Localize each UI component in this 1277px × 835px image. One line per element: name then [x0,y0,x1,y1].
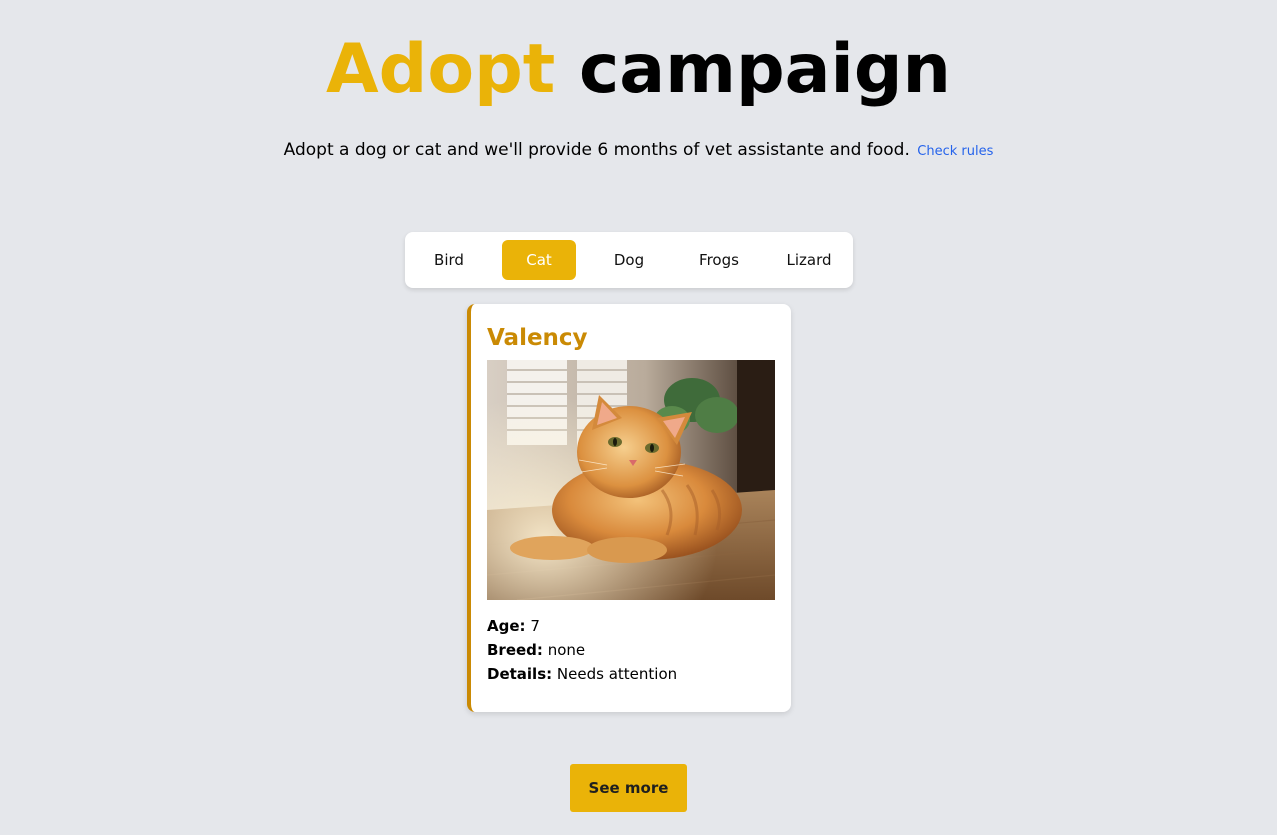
page-title: Adopt campaign [0,28,1277,112]
animal-type-tabs: Bird Cat Dog Frogs Lizard [405,232,853,288]
pet-details-label: Details: [487,665,553,683]
pet-photo [487,360,775,600]
see-more-button[interactable]: See more [570,764,687,812]
campaign-description-text: Adopt a dog or cat and we'll provide 6 m… [283,140,910,160]
pet-age: Age: 7 [487,614,775,638]
page: Adopt campaign Adopt a dog or cat and we… [0,0,1277,835]
pet-name: Valency [487,325,588,351]
campaign-description: Adopt a dog or cat and we'll provide 6 m… [0,137,1277,165]
tab-cat[interactable]: Cat [502,240,576,280]
pet-breed-label: Breed: [487,641,543,659]
pet-age-label: Age: [487,617,526,635]
tab-dog[interactable]: Dog [592,240,666,280]
tab-lizard[interactable]: Lizard [772,240,846,280]
pet-breed: Breed: none [487,638,775,662]
pet-age-value: 7 [530,617,540,635]
pet-facts: Age: 7 Breed: none Details: Needs attent… [487,614,775,686]
pet-details-value: Needs attention [556,665,678,683]
tab-bird[interactable]: Bird [412,240,486,280]
page-title-accent: Adopt [326,30,556,109]
pet-card: Valency Age: 7 Breed: none Details: Need… [467,304,791,712]
tab-frogs[interactable]: Frogs [682,240,756,280]
pet-details: Details: Needs attention [487,662,775,686]
pet-breed-value: none [547,641,586,659]
check-rules-link[interactable]: Check rules [917,144,993,159]
page-title-rest: campaign [578,30,951,109]
